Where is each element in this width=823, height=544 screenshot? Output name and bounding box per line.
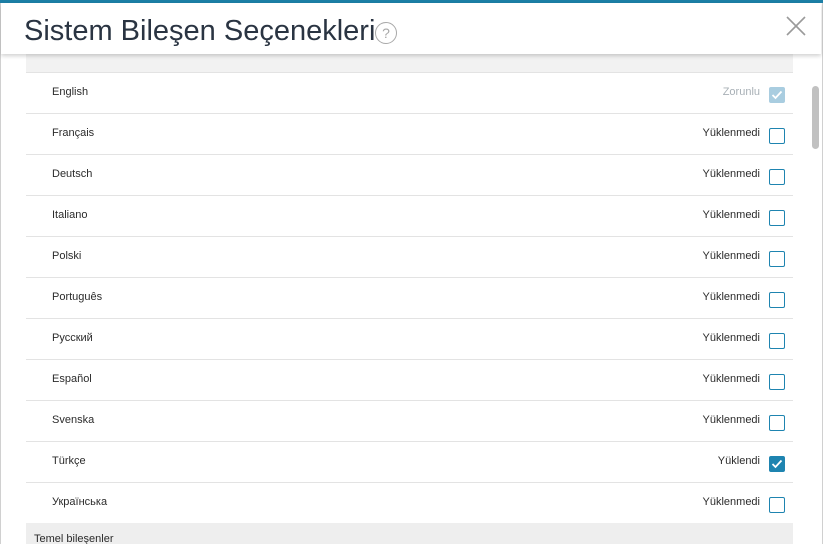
install-status: Yüklenmedi <box>702 250 760 262</box>
language-row: Español Yüklenmedi <box>26 360 793 401</box>
close-icon[interactable] <box>786 16 806 36</box>
scrollbar-thumb[interactable] <box>812 86 819 149</box>
language-checkbox[interactable] <box>769 497 785 513</box>
language-name: Svenska <box>52 414 95 426</box>
language-row: Українська Yüklenmedi <box>26 483 793 524</box>
install-status: Yüklenmedi <box>702 332 760 344</box>
language-row: Italiano Yüklenmedi <box>26 196 793 237</box>
dialog-title: Sistem Bileşen Seçenekleri <box>24 15 376 47</box>
language-name: Français <box>52 127 95 139</box>
install-status: Yüklenmedi <box>702 373 760 385</box>
language-row: Polski Yüklenmedi <box>26 237 793 278</box>
language-name: Polski <box>52 250 82 262</box>
language-name: Español <box>52 373 92 385</box>
install-status: Yüklenmedi <box>702 291 760 303</box>
language-name: Українська <box>52 496 108 508</box>
language-name: English <box>52 86 89 98</box>
install-status: Zorunlu <box>722 86 760 98</box>
language-checkbox[interactable] <box>769 333 785 349</box>
language-name: Türkçe <box>52 455 86 467</box>
install-status: Yüklenmedi <box>702 127 760 139</box>
language-row: English Zorunlu <box>26 73 793 114</box>
language-checkbox[interactable] <box>769 456 785 472</box>
list-header-strip <box>26 54 793 73</box>
language-row: Português Yüklenmedi <box>26 278 793 319</box>
language-name: Deutsch <box>52 168 93 180</box>
help-icon[interactable]: ? <box>375 22 397 44</box>
language-checkbox[interactable] <box>769 251 785 267</box>
language-checkbox[interactable] <box>769 128 785 144</box>
language-checkbox[interactable] <box>769 292 785 308</box>
install-status: Yüklenmedi <box>702 168 760 180</box>
dialog-header: Sistem Bileşen Seçenekleri ? <box>1 3 821 54</box>
language-row: Svenska Yüklenmedi <box>26 401 793 442</box>
language-checkbox <box>769 87 785 103</box>
dialog-left-border <box>0 3 1 544</box>
language-name: Русский <box>52 332 93 344</box>
language-row: Türkçe Yüklendi <box>26 442 793 483</box>
checkmark-icon <box>771 90 783 100</box>
language-name: Português <box>52 291 103 303</box>
install-status: Yüklendi <box>717 455 760 467</box>
language-checkbox[interactable] <box>769 210 785 226</box>
language-list: English Zorunlu Français Yüklenmedi Deutsch Y… <box>26 73 793 524</box>
install-status: Yüklenmedi <box>702 414 760 426</box>
language-checkbox[interactable] <box>769 169 785 185</box>
install-status: Yüklenmedi <box>702 496 760 508</box>
language-checkbox[interactable] <box>769 415 785 431</box>
language-row: Русский Yüklenmedi <box>26 319 793 360</box>
language-row: Français Yüklenmedi <box>26 114 793 155</box>
section-title: Temel bileşenler <box>34 533 114 544</box>
language-name: Italiano <box>52 209 88 221</box>
checkmark-icon <box>771 459 783 469</box>
section-header-core-components: Temel bileşenler <box>26 523 793 544</box>
language-row: Deutsch Yüklenmedi <box>26 155 793 196</box>
component-list-panel: English Zorunlu Français Yüklenmedi Deutsch Y… <box>26 54 793 544</box>
language-checkbox[interactable] <box>769 374 785 390</box>
install-status: Yüklenmedi <box>702 209 760 221</box>
